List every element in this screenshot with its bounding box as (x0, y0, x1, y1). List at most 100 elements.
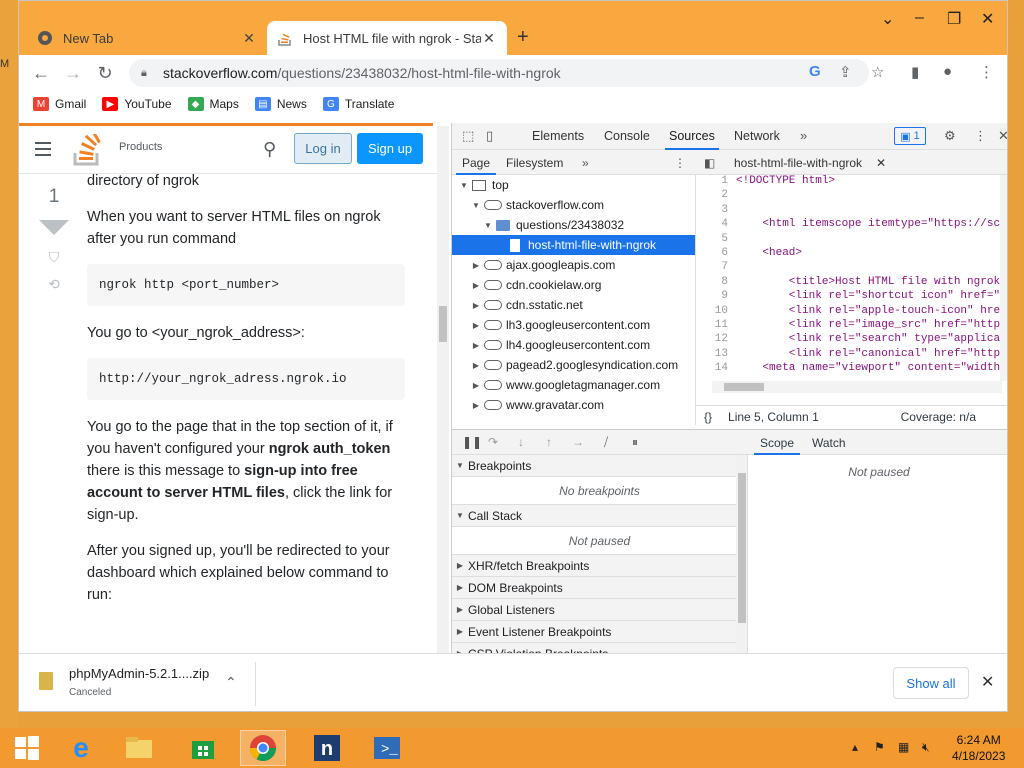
triangle-expanded-icon[interactable]: ▼ (482, 221, 494, 230)
pane-header[interactable]: ▶ DOM Breakpoints (452, 577, 747, 599)
editor-tab-file[interactable]: host-html-file-with-ngrok (734, 156, 862, 170)
tree-item[interactable]: ▼ questions/23438032 (452, 215, 695, 235)
tree-item[interactable]: ▶ lh4.googleusercontent.com (452, 335, 695, 355)
triangle-collapsed-icon[interactable]: ▶ (470, 301, 482, 310)
step-icon[interactable]: → (572, 435, 584, 449)
triangle-collapsed-icon[interactable]: ▶ (470, 281, 482, 290)
tree-item[interactable]: ▶ pagead2.googlesyndication.com (452, 355, 695, 375)
tab-filesystem[interactable]: Filesystem (506, 156, 563, 170)
show-all-button[interactable]: Show all (893, 667, 969, 699)
triangle-collapsed-icon[interactable]: ▶ (470, 401, 482, 410)
close-window-icon[interactable]: ✕ (981, 9, 994, 29)
menu-dots-icon[interactable]: ⋮ (979, 63, 994, 81)
bookmark-gmail[interactable]: M Gmail (33, 97, 86, 111)
triangle-expanded-icon[interactable]: ▼ (470, 201, 482, 210)
hamburger-menu-icon[interactable] (35, 142, 51, 156)
volume-muted-icon[interactable]: 🔇︎ (922, 740, 930, 755)
line-number[interactable]: 3 (696, 204, 736, 218)
tree-item[interactable]: ▼ stackoverflow.com (452, 195, 695, 215)
stackoverflow-logo-icon[interactable] (73, 129, 101, 166)
tab-console[interactable]: Console (604, 129, 650, 143)
pane-header[interactable]: ▶ Event Listener Breakpoints (452, 621, 747, 643)
line-number[interactable]: 13 (696, 348, 736, 362)
device-toolbar-icon[interactable]: ▯ (486, 128, 493, 144)
editor-horizontal-scrollbar[interactable] (712, 381, 1002, 393)
line-number[interactable]: 12 (696, 333, 736, 347)
line-number[interactable]: 4 (696, 218, 736, 232)
tree-item[interactable]: ▶ cdn.cookielaw.org (452, 275, 695, 295)
pause-on-exceptions-icon[interactable]: ⏸ (632, 435, 638, 450)
flag-icon[interactable]: ⚑ (874, 740, 885, 754)
bookmark-maps[interactable]: ◆ Maps (187, 97, 239, 111)
bookmark-news[interactable]: ▤ News (254, 97, 307, 111)
internet-explorer-icon[interactable]: e (58, 730, 104, 766)
tab-stackoverflow[interactable]: Host HTML file with ngrok - Stack ✕ (267, 21, 507, 55)
notion-icon[interactable]: n (304, 730, 350, 766)
line-number[interactable]: 6 (696, 247, 736, 261)
sign-up-button[interactable]: Sign up (357, 133, 423, 164)
chrome-taskbar-icon[interactable] (240, 730, 286, 766)
triangle-collapsed-icon[interactable]: ▶ (470, 321, 482, 330)
tree-item[interactable]: ▶ www.gravatar.com (452, 395, 695, 415)
line-number[interactable]: 9 (696, 290, 736, 304)
close-editor-tab-icon[interactable]: ✕ (876, 156, 886, 170)
windows-start-icon[interactable] (4, 730, 50, 766)
tree-item[interactable]: ▶ cdn.sstatic.net (452, 295, 695, 315)
triangle-collapsed-icon[interactable]: ▶ (470, 361, 482, 370)
forward-arrow-icon[interactable]: → (63, 63, 83, 83)
triangle-collapsed-icon[interactable]: ▶ (454, 561, 466, 570)
line-number[interactable]: 11 (696, 319, 736, 333)
more-nav-tabs-icon[interactable]: » (582, 156, 589, 170)
deactivate-breakpoints-icon[interactable]: ⧸ (604, 435, 608, 450)
issues-badge[interactable]: ▣ 1 (894, 127, 926, 145)
tab-page[interactable]: Page (455, 156, 497, 175)
line-number[interactable]: 7 (696, 261, 736, 275)
editor-vertical-scrollbar[interactable] (1000, 175, 1007, 381)
page-scrollbar[interactable] (437, 126, 449, 653)
triangle-collapsed-icon[interactable]: ▶ (470, 261, 482, 270)
new-tab-plus-icon[interactable]: + (517, 26, 529, 49)
inspect-element-icon[interactable]: ⬚ (462, 128, 474, 144)
pane-header[interactable]: ▶CSP Violation Breakpoints (452, 643, 747, 653)
reload-icon[interactable]: ↻ (95, 63, 115, 83)
store-icon[interactable] (180, 730, 226, 766)
tab-network[interactable]: Network (734, 129, 780, 143)
pane-header[interactable]: ▼ Breakpoints (452, 455, 747, 477)
tab-new-tab[interactable]: New Tab ✕ (27, 21, 267, 55)
file-explorer-icon[interactable] (116, 730, 162, 766)
scrollbar-thumb[interactable] (439, 306, 447, 342)
downvote-arrow-icon[interactable] (39, 220, 69, 235)
address-bar[interactable]: 🔒︎ stackoverflow.com/questions/23438032/… (129, 59, 869, 87)
history-icon[interactable]: ⟲ (37, 276, 71, 293)
google-icon[interactable]: G (809, 63, 821, 80)
tree-item[interactable]: ▼ top (452, 175, 695, 195)
show-hidden-icons-icon[interactable]: ▴ (852, 740, 858, 754)
close-tab-icon[interactable]: ✕ (241, 30, 257, 47)
side-panel-icon[interactable]: ▮ (911, 63, 919, 81)
panes-scrollbar[interactable] (736, 455, 747, 653)
line-number[interactable]: 10 (696, 305, 736, 319)
navigator-menu-icon[interactable]: ⋮ (674, 156, 686, 170)
bookmark-icon[interactable]: ⛉ (37, 249, 71, 266)
search-icon[interactable]: ⚲ (263, 139, 276, 160)
triangle-expanded-icon[interactable]: ▼ (458, 181, 470, 190)
close-download-bar-icon[interactable]: ✕ (981, 672, 994, 692)
settings-gear-icon[interactable]: ⚙ (944, 128, 956, 144)
log-in-button[interactable]: Log in (294, 133, 352, 164)
scrollbar-thumb[interactable] (724, 383, 764, 391)
devtools-menu-icon[interactable]: ⋮ (974, 128, 987, 144)
triangle-expanded-icon[interactable]: ▼ (454, 461, 466, 470)
triangle-collapsed-icon[interactable]: ▶ (454, 627, 466, 636)
system-clock[interactable]: 6:24 AM 4/18/2023 (952, 732, 1005, 764)
tree-item[interactable]: host-html-file-with-ngrok (452, 235, 695, 255)
line-number[interactable]: 8 (696, 276, 736, 290)
step-out-icon[interactable]: ↑ (546, 435, 552, 449)
restore-icon[interactable]: ❐ (947, 9, 961, 29)
tree-item[interactable]: ▶ lh3.googleusercontent.com (452, 315, 695, 335)
tab-search-chevron-icon[interactable]: ⌄ (881, 9, 894, 29)
tab-scope[interactable]: Scope (753, 436, 801, 455)
more-tabs-chevron-icon[interactable]: » (800, 128, 807, 143)
line-number[interactable]: 2 (696, 189, 736, 203)
step-over-icon[interactable]: ↷ (488, 435, 498, 449)
line-number[interactable]: 1 (696, 175, 736, 189)
